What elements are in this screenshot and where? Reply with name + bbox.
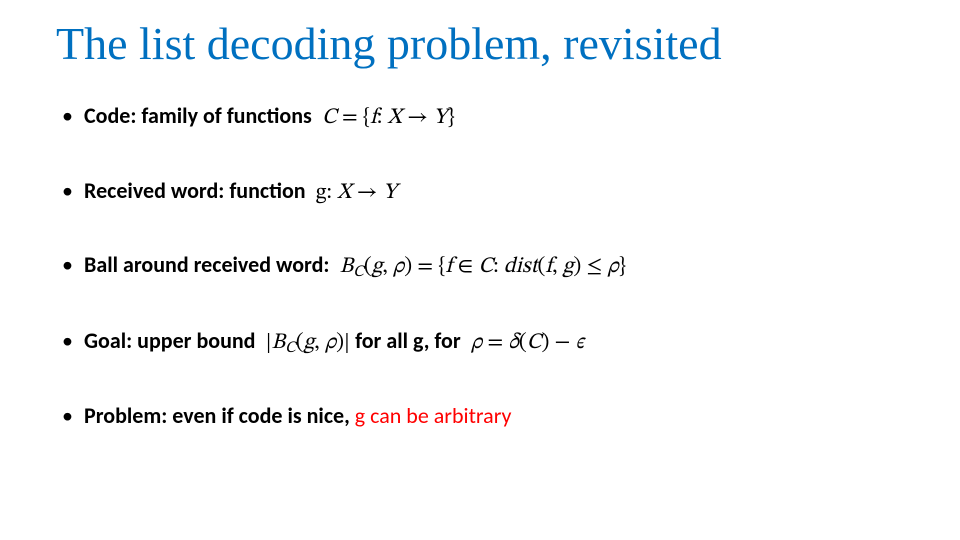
bullet-code-label: Code: family of functions (84, 102, 312, 129)
bullet-ball-label: Ball around received word: (84, 251, 329, 278)
bullet-goal-label2: for all g, for (355, 327, 461, 354)
slide-title: The list decoding problem, revisited (56, 18, 912, 71)
bullet-received-label: Received word: function (84, 177, 306, 204)
bullet-ball: Ball around received word: BC(g, ρ) = {f… (60, 250, 912, 283)
bullet-problem: Problem: even if code is nice, g can be … (60, 401, 912, 431)
bullet-problem-red: g can be arbitrary (355, 402, 512, 429)
bullet-code-math: C = {f: X → Y} (317, 107, 455, 129)
bullet-goal-label1: Goal: upper bound (84, 327, 256, 354)
slide: The list decoding problem, revisited Cod… (0, 0, 960, 540)
bullet-goal-math2: ρ = δ(C) − ϵ (466, 332, 584, 354)
bullet-ball-math: BC(g, ρ) = {f ∈ C: dist(f, g) ≤ ρ} (334, 256, 626, 278)
bullet-received-math: g: X → Y (311, 182, 397, 204)
bullet-received: Received word: function g: X → Y (60, 176, 912, 209)
bullet-problem-label1: Problem: even if code is nice, (84, 402, 355, 429)
bullet-list: Code: family of functions C = {f: X → Y}… (60, 101, 912, 431)
bullet-goal-math1: |BC(g, ρ)| (260, 332, 355, 354)
bullet-goal: Goal: upper bound |BC(g, ρ)| for all g, … (60, 326, 912, 359)
bullet-code: Code: family of functions C = {f: X → Y} (60, 101, 912, 134)
